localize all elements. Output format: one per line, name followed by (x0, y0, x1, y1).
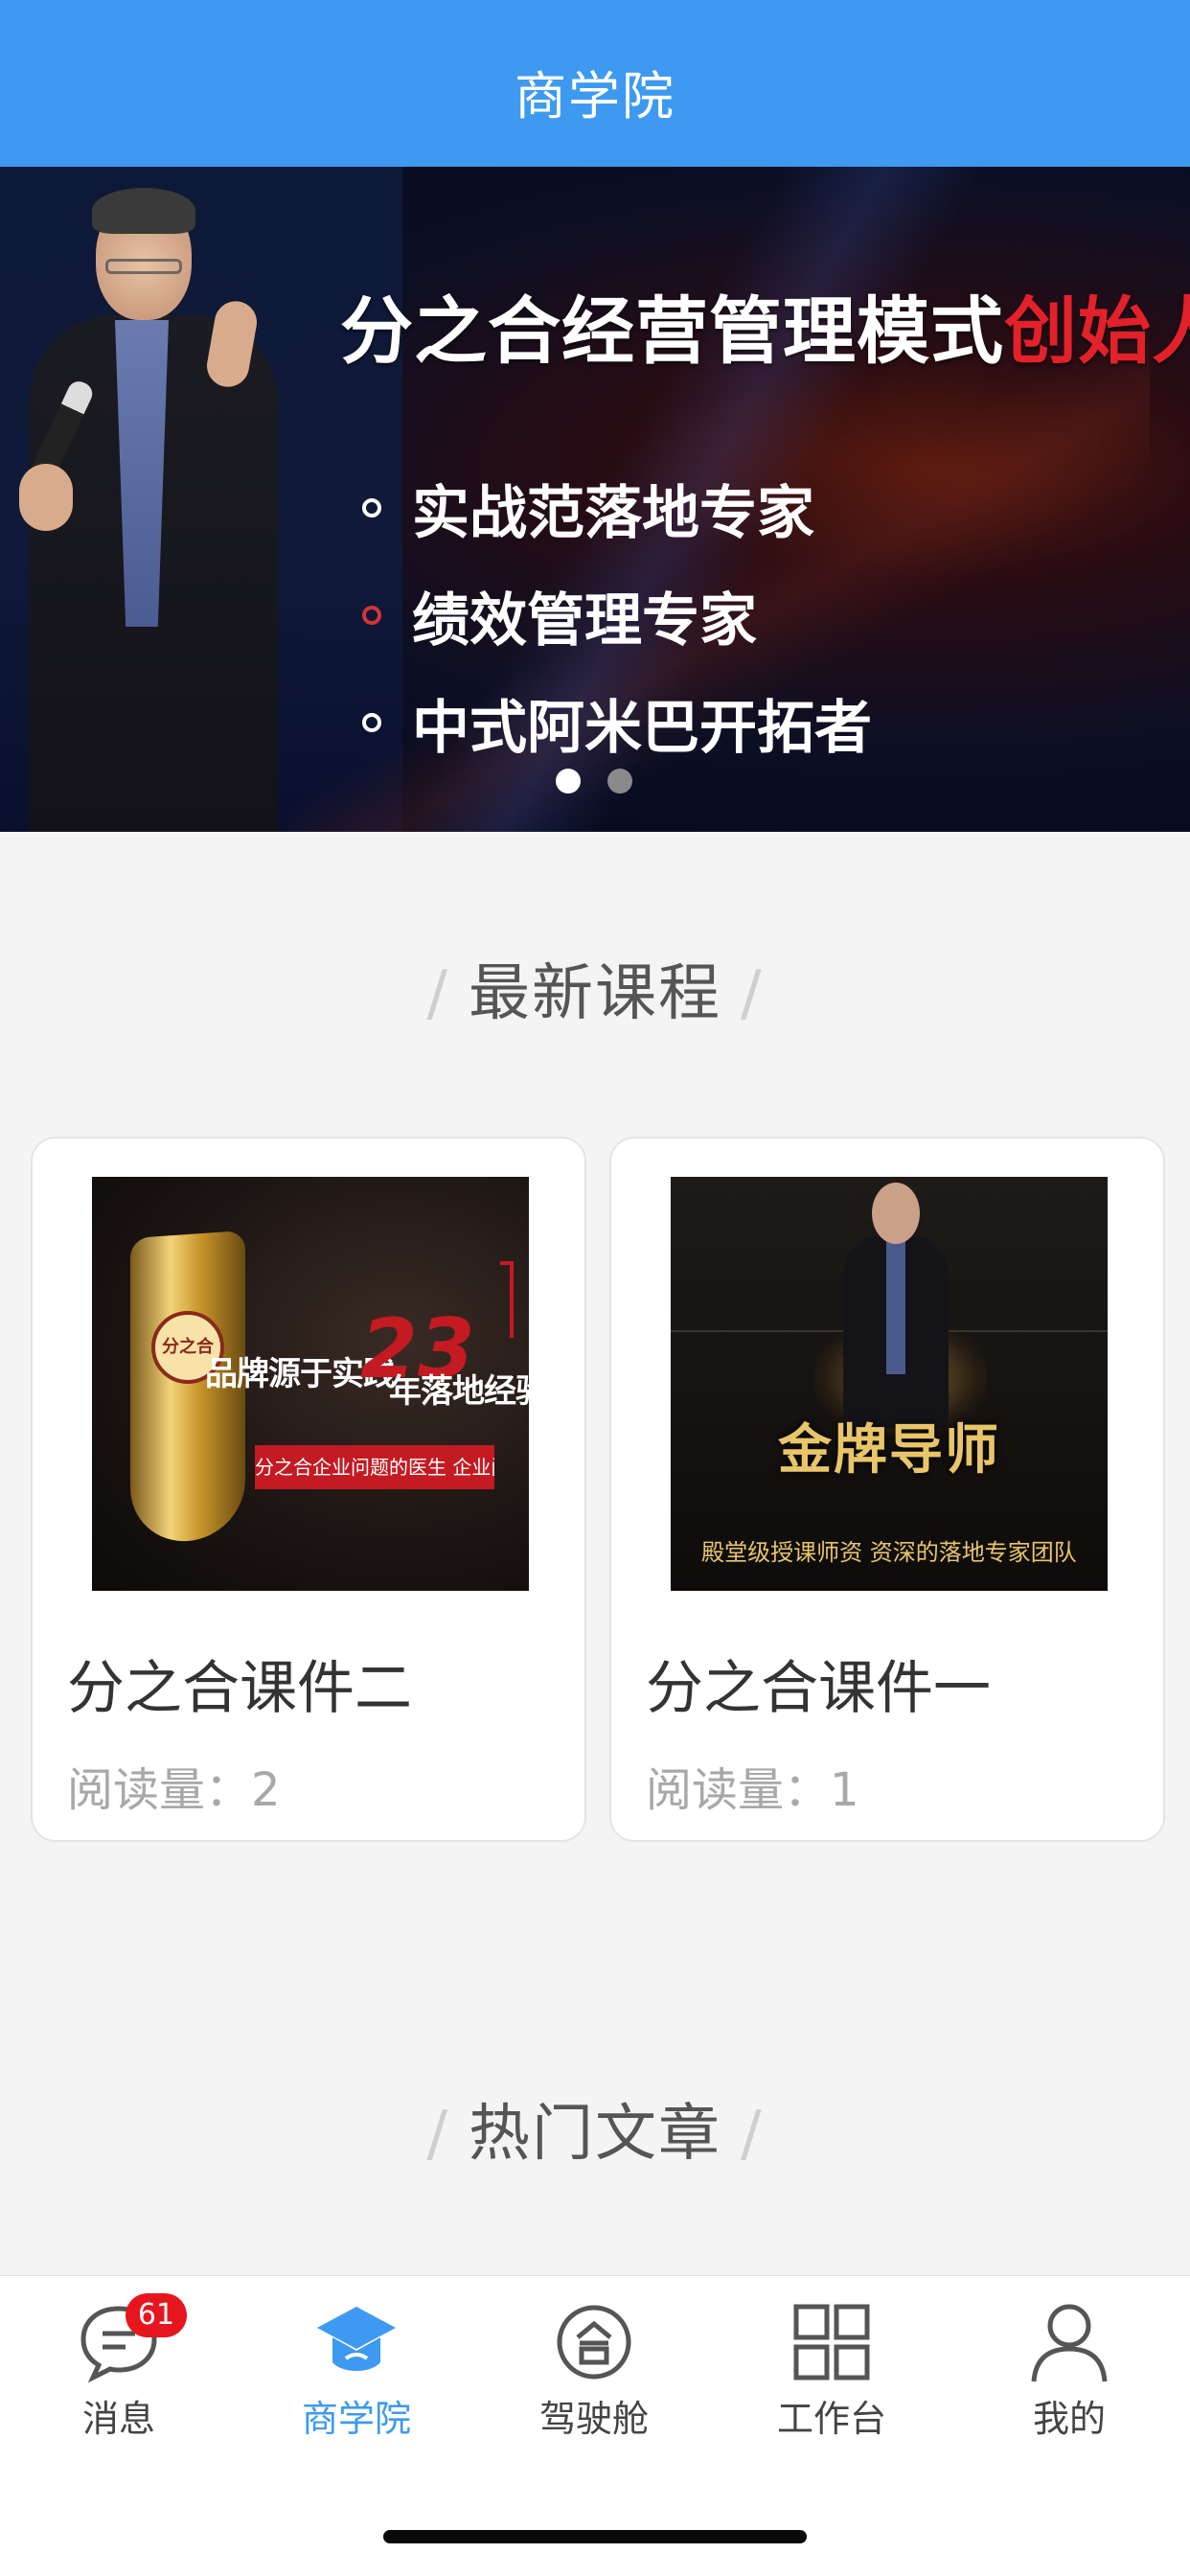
banner-bullet: 中式阿米巴开拓者 (362, 669, 872, 776)
course-card[interactable]: 金牌导师 殿堂级授课师资 资深的落地专家团队 分之合课件一 阅读量：1 (609, 1137, 1165, 1842)
tab-label: 驾驶舱 (538, 2398, 649, 2440)
title-slash-right: / (741, 2099, 764, 2170)
title-slash-right: / (741, 958, 764, 1029)
pager-dot-active[interactable] (556, 769, 581, 794)
title-slash-left: / (426, 2099, 449, 2170)
tab-label: 消息 (81, 2398, 155, 2440)
banner-bullet: 实战范落地专家 (362, 454, 872, 562)
banner-headline-main: 分之合经营管理模式 (340, 288, 1004, 374)
bullet-circle-icon (362, 713, 381, 732)
section-title-text: 热门文章 (469, 2099, 721, 2170)
read-value: 2 (251, 1763, 281, 1817)
thumb-presenter-image (834, 1183, 958, 1428)
course-read-count: 阅读量：2 (67, 1752, 281, 1819)
nav-header: 商学院 (0, 0, 1190, 167)
bullet-circle-icon (362, 606, 381, 625)
page-title: 商学院 (515, 65, 675, 126)
banner-presenter-image (10, 186, 297, 832)
thumb-title: 金牌导师 (778, 1419, 1000, 1482)
tab-messages[interactable]: 61 消息 (0, 2293, 238, 2440)
bullet-text: 实战范落地专家 (412, 479, 814, 547)
bullet-text: 绩效管理专家 (412, 586, 757, 655)
tab-label: 我的 (1032, 2398, 1106, 2440)
tab-label: 商学院 (301, 2398, 411, 2440)
pager-dot[interactable] (607, 769, 632, 794)
bullet-circle-icon (362, 498, 381, 518)
tab-business-school[interactable]: 商学院 (238, 2299, 475, 2440)
banner-bullet: 绩效管理专家 (362, 562, 872, 669)
course-thumbnail[interactable]: 金牌导师 殿堂级授课师资 资深的落地专家团队 (671, 1177, 1108, 1591)
thumb-red-bar: 分之合企业问题的医生 企业问题的解决者 (255, 1445, 494, 1489)
graduation-cap-icon (313, 2299, 400, 2385)
banner-bullet-list: 实战范落地专家 绩效管理专家 中式阿米巴开拓者 (362, 454, 872, 776)
person-icon (1026, 2299, 1112, 2385)
read-value: 1 (830, 1763, 859, 1817)
course-read-count: 阅读量：1 (646, 1752, 859, 1819)
grid-icon (789, 2299, 875, 2385)
title-slash-left: / (426, 958, 449, 1029)
banner-carousel[interactable]: 分之合经营管理模式创始人 实战范落地专家 绩效管理专家 中式阿米巴开拓者 (0, 167, 1190, 832)
read-label: 阅读量： (646, 1763, 831, 1817)
banner-headline: 分之合经营管理模式创始人 (340, 272, 1190, 378)
thumb-subtitle: 殿堂级授课师资 资深的落地专家团队 (701, 1539, 1077, 1566)
bullet-text: 中式阿米巴开拓者 (412, 694, 872, 762)
section-title-text: 最新课程 (469, 958, 721, 1029)
read-label: 阅读量： (67, 1763, 252, 1817)
section-title-hot-articles: / 热门文章 / (0, 2084, 1190, 2173)
tab-label: 工作台 (776, 2398, 886, 2440)
unread-badge: 61 (126, 2293, 187, 2337)
course-title[interactable]: 分之合课件二 (67, 1642, 412, 1725)
tab-workbench[interactable]: 工作台 (713, 2299, 950, 2440)
circle-logo-icon (551, 2299, 637, 2385)
course-thumbnail[interactable]: 分之合 品牌源于实践 23 年落地经验 分之合企业问题的医生 企业问题的解决者 (92, 1177, 529, 1591)
corner-mark (500, 1261, 514, 1338)
banner-headline-accent: 创始人 (1004, 288, 1190, 374)
section-title-latest-courses: / 最新课程 / (0, 944, 1190, 1032)
home-indicator[interactable] (383, 2530, 807, 2543)
tab-mine[interactable]: 我的 (950, 2299, 1188, 2440)
chat-bubble-icon: 61 (76, 2293, 187, 2385)
carousel-pager (556, 769, 632, 794)
course-card[interactable]: 分之合 品牌源于实践 23 年落地经验 分之合企业问题的医生 企业问题的解决者 … (31, 1137, 586, 1842)
tab-cockpit[interactable]: 驾驶舱 (475, 2299, 713, 2440)
thumb-text-b: 年落地经验 (389, 1372, 529, 1411)
course-title[interactable]: 分之合课件一 (646, 1642, 991, 1725)
